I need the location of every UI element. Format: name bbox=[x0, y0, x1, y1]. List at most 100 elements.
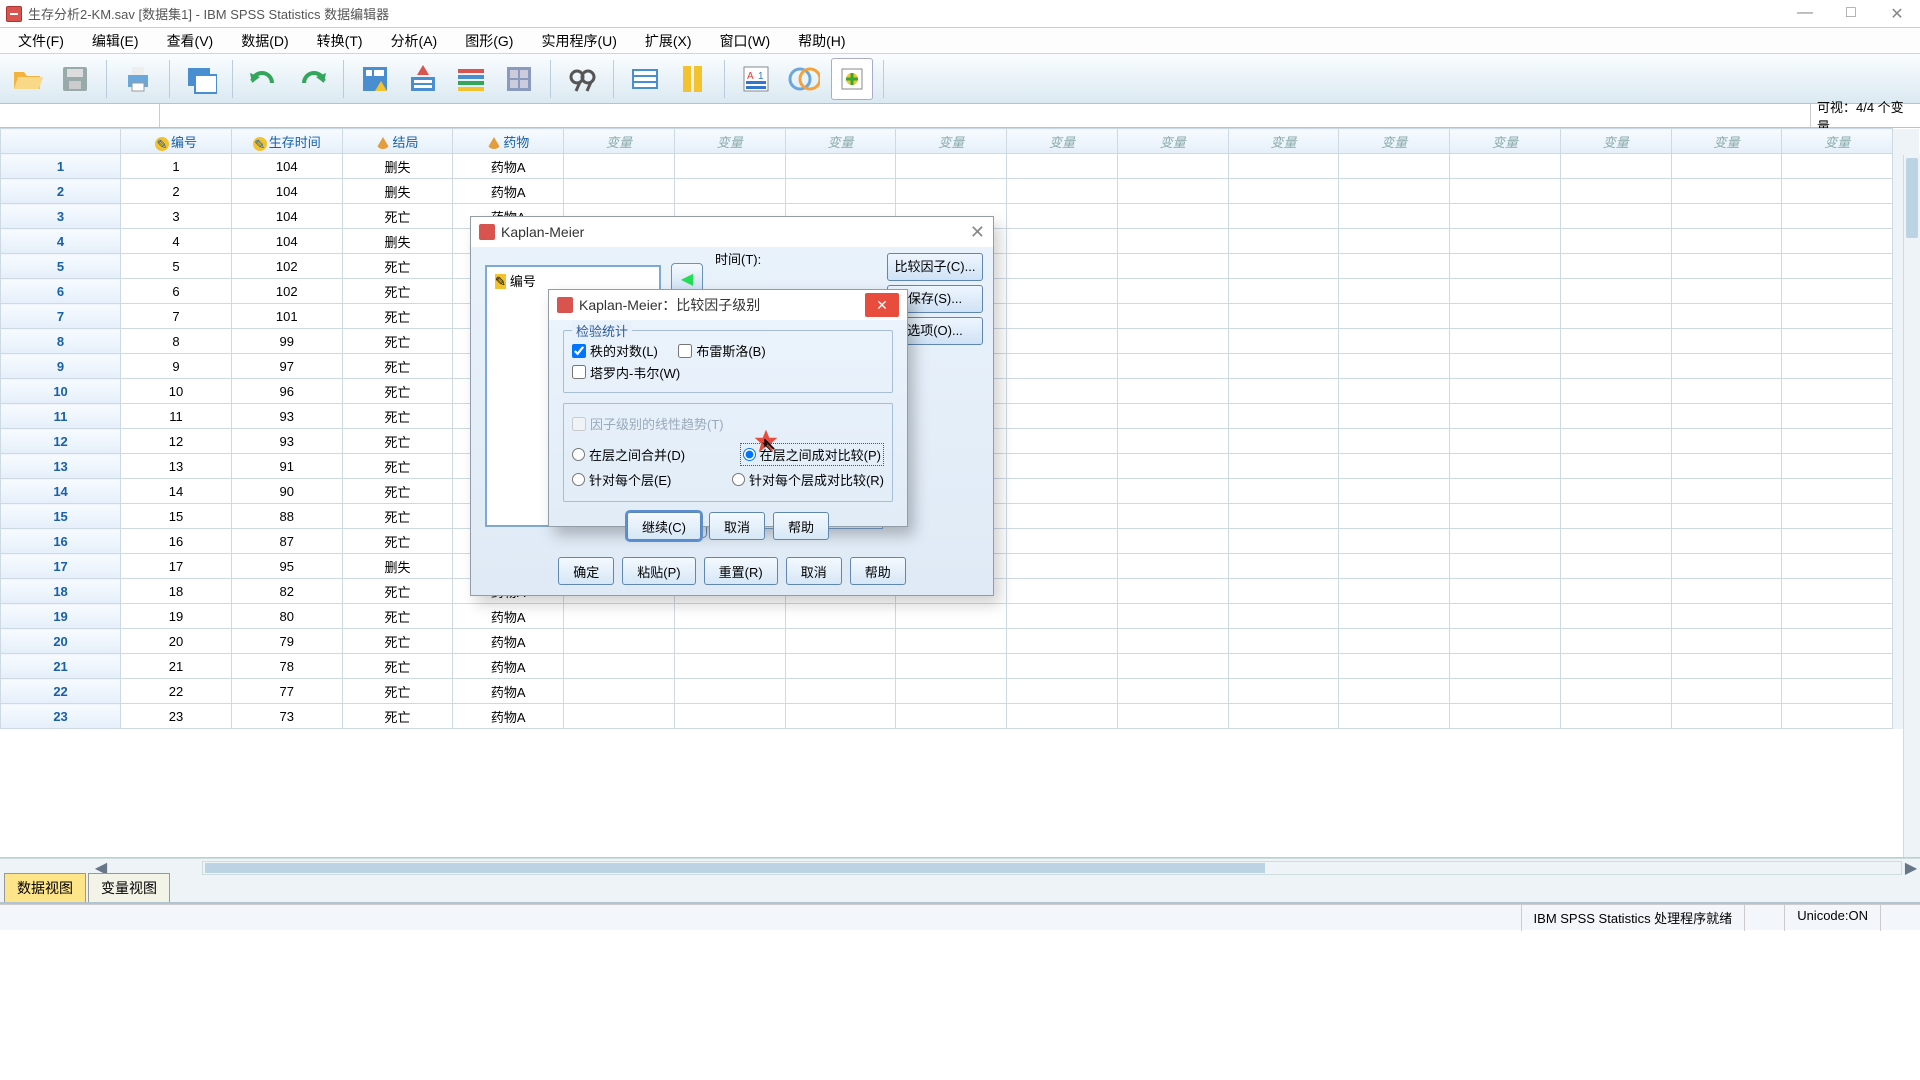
row-header[interactable]: 17 bbox=[1, 554, 121, 579]
cell[interactable] bbox=[1339, 379, 1450, 404]
cell[interactable]: 药物A bbox=[453, 704, 564, 729]
cell[interactable] bbox=[1228, 529, 1339, 554]
cell[interactable]: 91 bbox=[231, 454, 342, 479]
cell[interactable] bbox=[1782, 304, 1893, 329]
cell[interactable] bbox=[674, 604, 785, 629]
cell[interactable] bbox=[1117, 279, 1228, 304]
goto-variable-icon[interactable] bbox=[402, 58, 444, 100]
cell[interactable]: 死亡 bbox=[342, 529, 453, 554]
cell[interactable] bbox=[1560, 579, 1671, 604]
cell[interactable]: 21 bbox=[121, 654, 232, 679]
cell[interactable] bbox=[1228, 479, 1339, 504]
cell[interactable] bbox=[1339, 629, 1450, 654]
col-结局[interactable]: 结局 bbox=[342, 129, 453, 154]
cell[interactable]: 93 bbox=[231, 404, 342, 429]
cell[interactable]: 药物A bbox=[453, 179, 564, 204]
cell[interactable]: 死亡 bbox=[342, 329, 453, 354]
cell[interactable]: 4 bbox=[121, 229, 232, 254]
cell[interactable] bbox=[1339, 554, 1450, 579]
table-row[interactable]: 20 20 79 死亡 药物A bbox=[1, 629, 1920, 654]
cell[interactable] bbox=[1228, 429, 1339, 454]
cell[interactable] bbox=[1117, 629, 1228, 654]
cell[interactable] bbox=[1560, 279, 1671, 304]
cell[interactable] bbox=[1339, 179, 1450, 204]
cell[interactable] bbox=[564, 654, 675, 679]
cell[interactable] bbox=[1007, 229, 1118, 254]
row-header[interactable]: 2 bbox=[1, 179, 121, 204]
table-row[interactable]: 23 23 73 死亡 药物A bbox=[1, 704, 1920, 729]
menu-analyze[interactable]: 分析(A) bbox=[377, 28, 452, 54]
cell[interactable] bbox=[1228, 629, 1339, 654]
cell[interactable] bbox=[1117, 404, 1228, 429]
cell[interactable] bbox=[1228, 204, 1339, 229]
row-header[interactable]: 4 bbox=[1, 229, 121, 254]
row-header[interactable]: 16 bbox=[1, 529, 121, 554]
cell[interactable] bbox=[1007, 329, 1118, 354]
col-生存时间[interactable]: ✎生存时间 bbox=[231, 129, 342, 154]
cell[interactable] bbox=[1007, 504, 1118, 529]
cell[interactable]: 3 bbox=[121, 204, 232, 229]
cancel-button[interactable]: 取消 bbox=[709, 512, 765, 540]
menu-extensions[interactable]: 扩展(X) bbox=[631, 28, 706, 54]
run-desc-icon[interactable] bbox=[498, 58, 540, 100]
table-row[interactable]: 22 22 77 死亡 药物A bbox=[1, 679, 1920, 704]
cell[interactable]: 17 bbox=[121, 554, 232, 579]
cell[interactable] bbox=[1671, 429, 1782, 454]
table-row[interactable]: 2 2 104 删失 药物A bbox=[1, 179, 1920, 204]
cell[interactable]: 死亡 bbox=[342, 604, 453, 629]
cell[interactable] bbox=[1782, 604, 1893, 629]
linear-trend-checkbox[interactable]: 因子级别的线性趋势(T) bbox=[572, 414, 724, 433]
cell[interactable] bbox=[1450, 229, 1561, 254]
cell[interactable] bbox=[564, 704, 675, 729]
cell[interactable]: 6 bbox=[121, 279, 232, 304]
cell[interactable] bbox=[1228, 154, 1339, 179]
cell[interactable] bbox=[1339, 579, 1450, 604]
cell[interactable]: 99 bbox=[231, 329, 342, 354]
cell[interactable]: 11 bbox=[121, 404, 232, 429]
col-empty[interactable]: 变量 bbox=[674, 129, 785, 154]
cell[interactable] bbox=[1117, 329, 1228, 354]
cell[interactable]: 88 bbox=[231, 504, 342, 529]
cell[interactable]: 药物A bbox=[453, 679, 564, 704]
cell[interactable]: 药物A bbox=[453, 654, 564, 679]
cell[interactable] bbox=[1560, 179, 1671, 204]
cell[interactable] bbox=[1117, 229, 1228, 254]
cell[interactable]: 79 bbox=[231, 629, 342, 654]
cell[interactable] bbox=[1228, 179, 1339, 204]
col-empty[interactable]: 变量 bbox=[1671, 129, 1782, 154]
cell[interactable] bbox=[1228, 279, 1339, 304]
cell[interactable] bbox=[1117, 529, 1228, 554]
col-empty[interactable]: 变量 bbox=[896, 129, 1007, 154]
cell[interactable]: 87 bbox=[231, 529, 342, 554]
print-icon[interactable] bbox=[117, 58, 159, 100]
cell[interactable] bbox=[785, 629, 896, 654]
cell[interactable] bbox=[1228, 604, 1339, 629]
cell[interactable] bbox=[1007, 254, 1118, 279]
cell[interactable] bbox=[896, 704, 1007, 729]
cell[interactable] bbox=[1339, 429, 1450, 454]
col-empty[interactable]: 变量 bbox=[785, 129, 896, 154]
row-header[interactable]: 12 bbox=[1, 429, 121, 454]
cell[interactable] bbox=[1671, 554, 1782, 579]
cell[interactable]: 死亡 bbox=[342, 279, 453, 304]
cell[interactable] bbox=[1117, 429, 1228, 454]
cell[interactable] bbox=[674, 704, 785, 729]
cell[interactable]: 13 bbox=[121, 454, 232, 479]
cell[interactable] bbox=[1339, 204, 1450, 229]
cell[interactable] bbox=[1671, 254, 1782, 279]
cell[interactable]: 73 bbox=[231, 704, 342, 729]
cell[interactable] bbox=[1228, 379, 1339, 404]
insert-variable-icon[interactable] bbox=[672, 58, 714, 100]
cell[interactable]: 死亡 bbox=[342, 504, 453, 529]
cell[interactable] bbox=[1671, 354, 1782, 379]
row-header[interactable]: 14 bbox=[1, 479, 121, 504]
row-header[interactable]: 13 bbox=[1, 454, 121, 479]
weight-cases-icon[interactable] bbox=[783, 58, 825, 100]
cell[interactable]: 2 bbox=[121, 179, 232, 204]
undo-icon[interactable] bbox=[243, 58, 285, 100]
cell[interactable]: 96 bbox=[231, 379, 342, 404]
cell[interactable] bbox=[1782, 329, 1893, 354]
cell[interactable] bbox=[1450, 429, 1561, 454]
cell[interactable] bbox=[674, 179, 785, 204]
window-close-button[interactable]: ✕ bbox=[1874, 4, 1920, 24]
